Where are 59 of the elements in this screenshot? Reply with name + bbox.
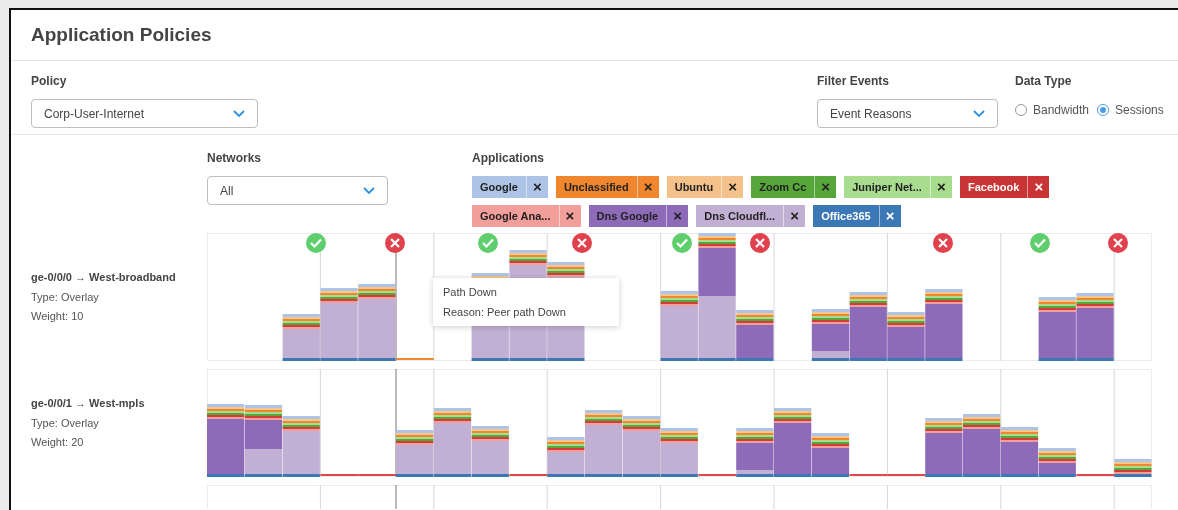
field-label: Data Type	[1015, 73, 1073, 90]
radio-option[interactable]: Sessions	[1097, 101, 1164, 119]
dropdown-field[interactable]: Corp-User-Internet	[31, 99, 258, 128]
stacked-bar	[282, 416, 320, 477]
stacked-bar	[811, 309, 850, 361]
tooltip-reason: Reason: Peer path Down	[443, 304, 567, 320]
remove-button[interactable]: ×	[558, 205, 581, 227]
application-tag: Dns Google ×	[588, 205, 689, 227]
stacked-bar	[660, 428, 698, 477]
baseline-line	[509, 474, 548, 476]
application-tag: Dns Cloudfl... ×	[696, 205, 806, 227]
remove-button[interactable]: ×	[783, 205, 806, 227]
interface-type: Type: Overlay	[31, 289, 100, 305]
stacked-bar	[244, 405, 283, 477]
stacked-bar	[736, 428, 774, 477]
tooltip-title: Path Down	[443, 285, 498, 300]
dropdown-field[interactable]: All	[207, 176, 388, 205]
stacked-bar	[622, 416, 661, 477]
chevron-down-icon	[363, 186, 375, 195]
page-title: Application Policies	[31, 22, 212, 47]
field-label: Filter Events	[817, 73, 891, 90]
remove-button[interactable]: ×	[721, 176, 744, 198]
field-label: Applications	[472, 150, 545, 167]
interface-weight: Weight: 10	[31, 309, 85, 325]
stacked-bar	[963, 414, 1001, 477]
application-tag: Unclassified ×	[555, 176, 659, 198]
remove-button[interactable]: ×	[929, 176, 952, 198]
field-label: Networks	[207, 150, 263, 167]
dropdown-field[interactable]: Event Reasons	[817, 99, 998, 128]
interface-weight: Weight: 20	[31, 435, 85, 451]
remove-button[interactable]: ×	[1027, 176, 1050, 198]
application-tag: Juniper Net... ×	[844, 176, 952, 198]
interface-name: ge-0/0/0 → West-broadband	[31, 270, 177, 286]
application-tag: Facebook ×	[959, 176, 1050, 198]
remove-button[interactable]: ×	[636, 176, 659, 198]
chevron-down-icon	[233, 109, 245, 118]
radio-option[interactable]: Bandwidth	[1015, 101, 1090, 119]
remove-button[interactable]: ×	[666, 205, 689, 227]
interface-name: ge-0/0/1 → West-mpls	[31, 396, 146, 412]
application-tag: Ubuntu ×	[666, 176, 744, 198]
application-tag: Office365 ×	[813, 205, 901, 227]
chevron-down-icon	[973, 109, 985, 118]
baseline-line	[698, 474, 737, 476]
field-label: Policy	[31, 73, 68, 90]
stacked-bar	[1114, 459, 1152, 477]
stacked-bar	[1038, 297, 1076, 361]
remove-button[interactable]: ×	[878, 205, 901, 227]
remove-button[interactable]: ×	[814, 176, 837, 198]
stacked-bar	[471, 426, 509, 477]
application-tag: Zoom Cc ×	[751, 176, 837, 198]
application-tag: Google ×	[472, 176, 548, 198]
stacked-bar	[849, 292, 887, 361]
application-tag: Google Ana... ×	[472, 205, 581, 227]
interface-type: Type: Overlay	[31, 415, 100, 431]
remove-button[interactable]: ×	[525, 176, 548, 198]
stacked-bar	[925, 418, 963, 477]
baseline-line	[396, 358, 434, 360]
stacked-bar	[1076, 293, 1114, 361]
baseline-line	[1076, 474, 1115, 476]
